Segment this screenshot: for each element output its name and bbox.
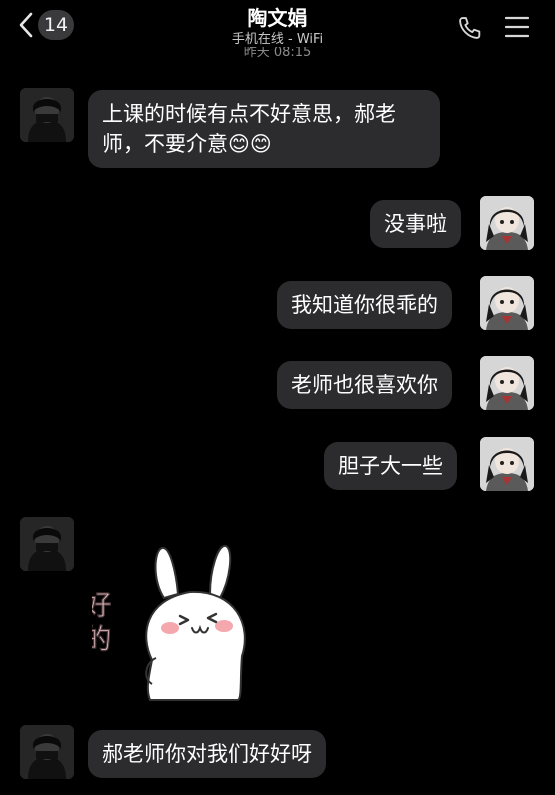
my-avatar[interactable] xyxy=(480,356,534,410)
contact-avatar[interactable] xyxy=(20,725,74,779)
contact-avatar[interactable] xyxy=(20,88,74,142)
my-avatar[interactable] xyxy=(480,276,534,330)
my-avatar[interactable] xyxy=(480,196,534,250)
message-bubble-outgoing[interactable]: 老师也很喜欢你 xyxy=(277,361,452,409)
timestamp-divider: 昨天 08:15 xyxy=(243,47,312,58)
contact-avatar[interactable] xyxy=(20,517,74,571)
message-bubble-outgoing[interactable]: 没事啦 xyxy=(370,200,461,248)
sticker-bunny-ok[interactable]: 好的 xyxy=(79,540,262,705)
my-avatar[interactable] xyxy=(480,437,534,491)
message-bubble-outgoing[interactable]: 胆子大一些 xyxy=(324,442,457,490)
phone-icon[interactable] xyxy=(456,14,484,46)
message-bubble-incoming[interactable]: 上课的时候有点不好意思，郝老师，不要介意😊😊 xyxy=(88,90,440,168)
sticker-text: 好的 xyxy=(92,590,113,658)
message-bubble-incoming[interactable]: 郝老师你对我们好好呀 xyxy=(88,730,326,778)
message-bubble-outgoing[interactable]: 我知道你很乖的 xyxy=(277,281,452,329)
hamburger-menu-icon[interactable] xyxy=(504,16,530,42)
